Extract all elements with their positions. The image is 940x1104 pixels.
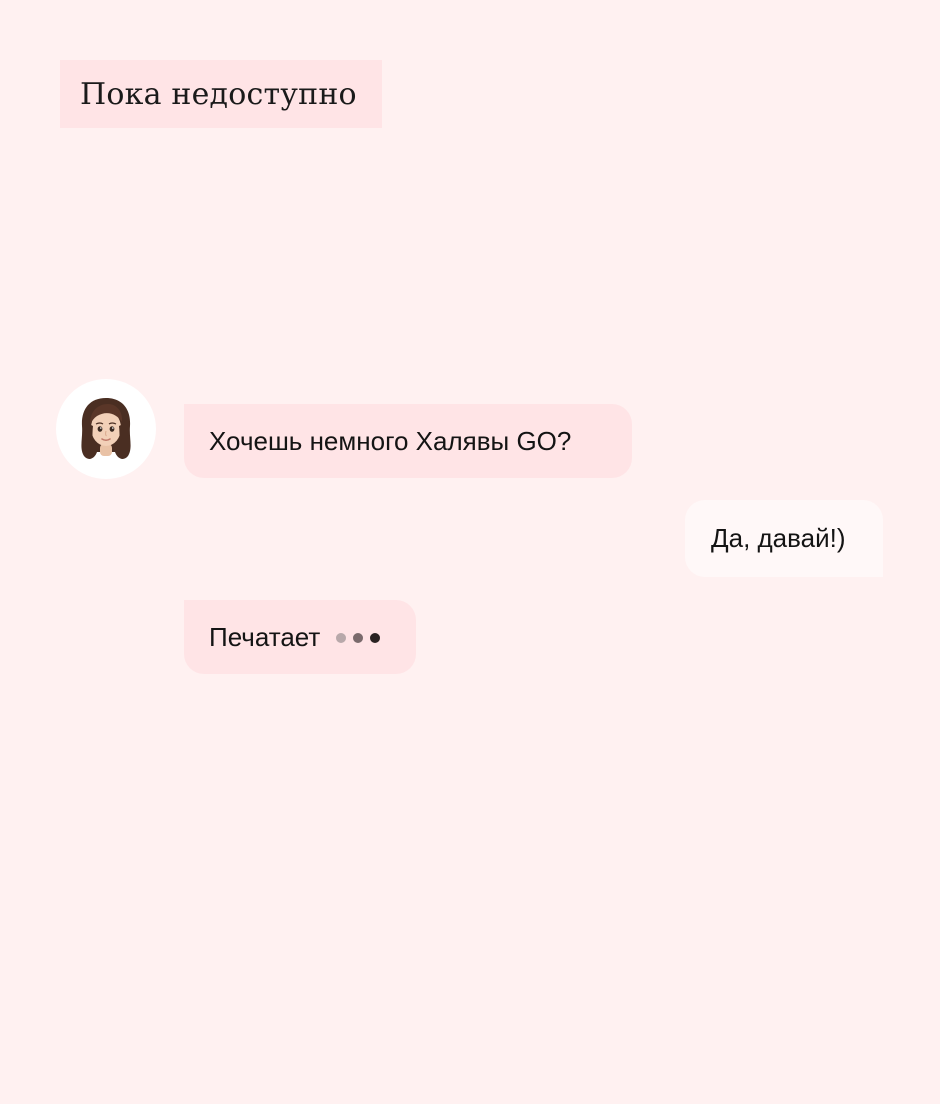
typing-indicator: Печатает — [184, 600, 416, 674]
typing-dot — [353, 633, 364, 643]
typing-label: Печатает — [209, 621, 321, 652]
typing-dot — [336, 633, 347, 643]
typing-dots — [336, 633, 381, 643]
typing-dot — [370, 633, 381, 643]
avatar — [56, 379, 156, 479]
message-text: Да, давай!) — [711, 523, 846, 553]
message-text: Хочешь немного Халявы GO? — [209, 425, 572, 456]
memoji-woman-icon — [81, 398, 131, 459]
outgoing-message: Да, давай!) — [685, 500, 883, 577]
status-label: Пока недоступно — [80, 76, 357, 112]
status-badge: Пока недоступно — [60, 60, 382, 128]
incoming-message: Хочешь немного Халявы GO? — [184, 404, 632, 478]
